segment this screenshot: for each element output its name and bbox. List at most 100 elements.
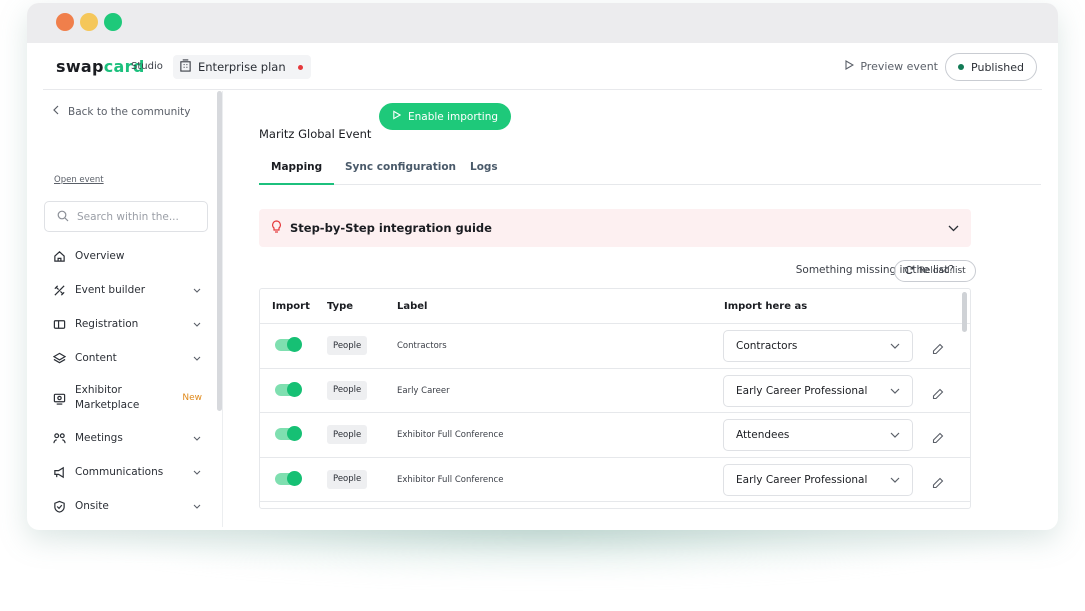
marketplace-icon — [52, 391, 66, 405]
ticket-icon — [52, 318, 66, 332]
back-label: Back to the community — [68, 105, 191, 118]
layers-icon — [52, 352, 66, 366]
enable-importing-label: Enable importing — [408, 110, 499, 123]
sidebar-item-event-builder[interactable]: Event builder — [52, 283, 202, 298]
row-label: Contractors — [397, 341, 447, 351]
back-to-community-link[interactable]: Back to the community — [53, 105, 191, 118]
table-row: People Exhibitor Full Conference Early C… — [260, 458, 970, 502]
mapping-table: Import Type Label Import here as People … — [259, 288, 971, 509]
column-header-label: Label — [397, 301, 428, 312]
chevron-down-icon — [192, 436, 202, 441]
import-as-select[interactable]: Early Career Professional — [723, 463, 913, 496]
selected-value: Early Career Professional — [736, 384, 868, 397]
chevron-down-icon — [890, 340, 900, 352]
edit-icon[interactable] — [932, 340, 944, 359]
chevron-down-icon — [890, 474, 900, 486]
enable-importing-button[interactable]: Enable importing — [379, 103, 512, 130]
title-bar — [27, 3, 1058, 43]
reload-label: Reload list — [919, 266, 966, 276]
play-icon — [844, 60, 855, 73]
published-button[interactable]: Published — [945, 53, 1037, 81]
sidebar-item-label: Meetings — [75, 432, 123, 444]
close-window-button[interactable] — [56, 13, 74, 31]
table-row: People Exhibitor Full Conference Attende… — [260, 413, 970, 458]
table-header: Import Type Label Import here as — [260, 289, 970, 324]
type-badge: People — [327, 425, 368, 444]
onsite-icon — [52, 500, 66, 514]
sidebar-item-label: Exhibitor Marketplace — [75, 384, 140, 411]
sidebar-item-overview[interactable]: Overview — [52, 249, 202, 264]
meetings-icon — [52, 432, 66, 446]
sidebar-item-label: Event builder — [75, 284, 146, 296]
import-as-select[interactable]: Attendees — [723, 419, 913, 451]
import-as-select[interactable]: Contractors — [723, 330, 913, 362]
chevron-down-icon — [192, 288, 202, 293]
sidebar-item-exhibitor-marketplace[interactable]: Exhibitor Marketplace New — [52, 383, 202, 413]
sidebar-search — [44, 201, 208, 232]
sidebar-divider — [222, 91, 223, 527]
column-header-type: Type — [327, 301, 354, 312]
table-scrollbar[interactable] — [962, 292, 967, 332]
sidebar-item-label: Communications — [75, 466, 164, 478]
chevron-down-icon — [192, 504, 202, 509]
sidebar-item-label: Registration — [75, 318, 139, 330]
plan-badge[interactable]: Enterprise plan — [173, 55, 311, 79]
tab-mapping[interactable]: Mapping — [259, 161, 335, 185]
chevron-down-icon — [192, 470, 202, 475]
main-content: Maritz Global Event Enable importing Map… — [259, 91, 1041, 527]
tab-sync-configuration[interactable]: Sync configuration — [345, 161, 456, 185]
selected-value: Early Career Professional — [736, 473, 868, 486]
integration-guide-accordion[interactable]: Step-by-Step integration guide — [259, 209, 971, 247]
edit-icon[interactable] — [932, 385, 944, 404]
column-header-import-as: Import here as — [724, 301, 808, 312]
sidebar: Back to the community Open event Overvie… — [43, 91, 223, 527]
open-event-link[interactable]: Open event — [54, 175, 104, 185]
plan-label: Enterprise plan — [198, 60, 286, 74]
type-badge: People — [327, 380, 368, 400]
tab-bar: Mapping Sync configuration Logs — [259, 155, 1041, 185]
preview-event-label: Preview event — [860, 60, 938, 73]
selected-value: Attendees — [736, 429, 790, 441]
preview-event-button[interactable]: Preview event — [844, 60, 938, 73]
tools-icon — [52, 284, 66, 298]
table-row: People Early Career Early Career Profess… — [260, 369, 970, 413]
sidebar-item-communications[interactable]: Communications — [52, 465, 202, 480]
maximize-window-button[interactable] — [104, 13, 122, 31]
refresh-icon — [904, 265, 914, 278]
import-toggle[interactable] — [275, 337, 302, 352]
row-label: Exhibitor Full Conference — [397, 430, 504, 440]
selected-value: Contractors — [736, 340, 798, 352]
plan-status-dot — [297, 64, 303, 70]
top-header: swapcard Studio Enterprise plan Preview … — [43, 40, 1042, 90]
chevron-down-icon — [890, 385, 900, 397]
column-header-import: Import — [272, 301, 310, 312]
import-toggle[interactable] — [275, 381, 302, 397]
chevron-down-icon[interactable] — [948, 221, 959, 235]
megaphone-icon — [52, 466, 66, 480]
reload-list-button[interactable]: Reload list — [894, 260, 976, 282]
building-icon — [179, 59, 192, 75]
sidebar-item-meetings[interactable]: Meetings — [52, 431, 202, 446]
sidebar-item-onsite[interactable]: Onsite — [52, 499, 202, 514]
sidebar-item-registration[interactable]: Registration — [52, 317, 202, 332]
play-icon — [392, 110, 402, 123]
guide-label: Step-by-Step integration guide — [290, 221, 492, 235]
import-toggle[interactable] — [275, 470, 302, 486]
sidebar-item-label: Content — [75, 352, 117, 364]
new-badge: New — [182, 393, 202, 403]
minimize-window-button[interactable] — [80, 13, 98, 31]
search-input[interactable] — [77, 210, 197, 223]
row-label: Exhibitor Full Conference — [397, 474, 504, 485]
chevron-down-icon — [192, 356, 202, 361]
published-status-dot — [958, 64, 965, 70]
lightbulb-icon — [271, 220, 282, 236]
type-badge: People — [327, 336, 368, 355]
edit-icon[interactable] — [932, 429, 944, 448]
import-toggle[interactable] — [275, 426, 302, 441]
tab-logs[interactable]: Logs — [470, 161, 498, 185]
sidebar-item-content[interactable]: Content — [52, 351, 202, 366]
chevron-down-icon — [890, 429, 900, 441]
sidebar-item-label: Overview — [75, 250, 125, 262]
import-as-select[interactable]: Early Career Professional — [723, 374, 913, 407]
edit-icon[interactable] — [932, 474, 944, 493]
